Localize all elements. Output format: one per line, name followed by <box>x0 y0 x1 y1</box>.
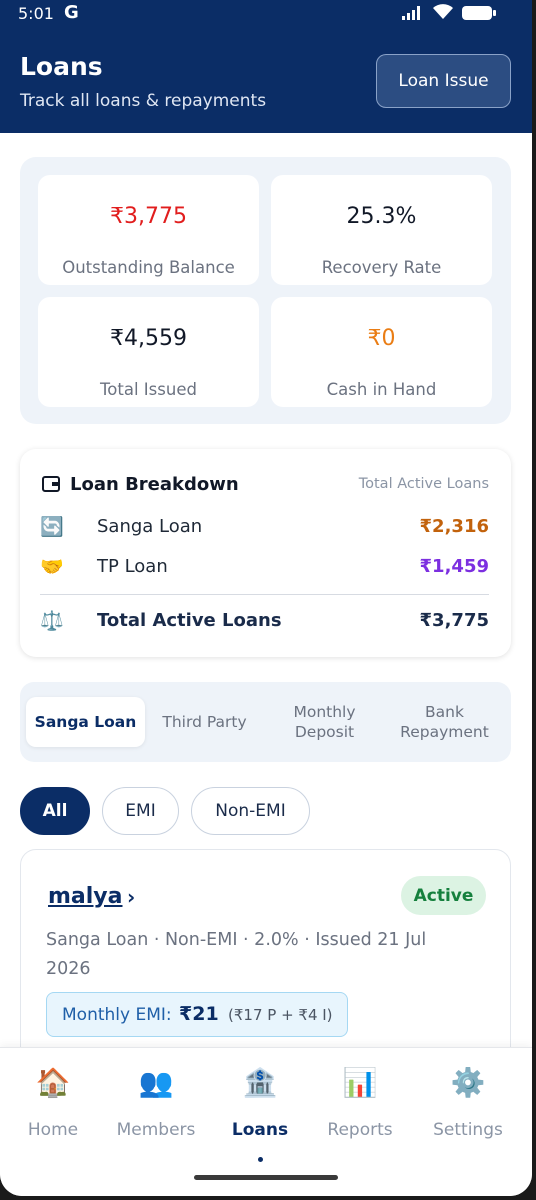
stat-label: Outstanding Balance <box>62 258 235 277</box>
nav-settings[interactable]: ⚙️ Settings <box>418 1064 518 1140</box>
chevron-right-icon[interactable]: › <box>127 885 135 909</box>
stat-value: ₹3,775 <box>110 204 187 229</box>
home-icon: 🏠 <box>35 1066 71 1099</box>
app-screen: 5:01 G Loans Track all loans & repayment… <box>0 0 532 1196</box>
tab-third-party[interactable]: Third Party <box>145 697 264 747</box>
breakdown-title: Loan Breakdown <box>70 474 239 495</box>
gear-icon: ⚙️ <box>450 1066 486 1099</box>
google-icon: G <box>64 2 79 23</box>
monthly-emi-box: Monthly EMI: ₹21 (₹17 P + ₹4 I) <box>46 992 348 1037</box>
chart-icon: 📊 <box>342 1066 378 1099</box>
page-header: Loans Track all loans & repayments Loan … <box>0 28 532 133</box>
tab-bank-repayment[interactable]: Bank Repayment <box>385 697 504 747</box>
loan-meta: Sanga Loan · Non-EMI · 2.0% · Issued 21 … <box>46 930 427 979</box>
bottom-nav: 🏠 Home 👥 Members 🏦 Loans 📊 Reports ⚙️ Se… <box>0 1047 532 1196</box>
breakdown-row-total: ⚖️ Total Active Loans ₹3,775 <box>40 607 489 637</box>
filter-all[interactable]: All <box>20 787 90 835</box>
breakdown-total-label: Total Active Loans <box>97 610 282 631</box>
breakdown-total-amount: ₹3,775 <box>419 610 489 631</box>
stat-label: Total Issued <box>100 380 197 399</box>
loan-issue-button[interactable]: Loan Issue <box>376 54 511 108</box>
breakdown-subtitle: Total Active Loans <box>358 476 489 492</box>
stat-cash-in-hand: ₹0 Cash in Hand <box>271 297 492 407</box>
status-time: 5:01 <box>18 4 54 23</box>
stat-recovery-rate: 25.3% Recovery Rate <box>271 175 492 285</box>
nav-label: Reports <box>327 1120 393 1140</box>
nav-label: Members <box>116 1120 196 1140</box>
loan-card[interactable]: malya › Active Sanga Loan · Non-EMI · 2.… <box>20 849 511 1079</box>
loan-member-name[interactable]: malya <box>48 884 123 909</box>
filter-emi[interactable]: EMI <box>102 787 179 835</box>
loan-breakdown-card: Loan Breakdown Total Active Loans 🔄 Sang… <box>20 449 511 657</box>
nav-label: Settings <box>433 1120 503 1140</box>
nav-loans[interactable]: 🏦 Loans <box>210 1064 310 1162</box>
stat-label: Recovery Rate <box>321 258 442 277</box>
stat-value: ₹4,559 <box>110 326 187 351</box>
battery-icon <box>462 6 496 20</box>
page-title: Loans <box>20 52 103 81</box>
breakdown-row-sanga-loan: 🔄 Sanga Loan ₹2,316 <box>40 513 489 543</box>
page-subtitle: Track all loans & repayments <box>20 91 267 111</box>
nav-label: Home <box>27 1120 79 1140</box>
breakdown-row-amount: ₹2,316 <box>419 516 489 537</box>
tab-label: Bank Repayment <box>400 703 489 741</box>
stat-value: 25.3% <box>346 204 417 229</box>
emi-detail: (₹17 P + ₹4 I) <box>228 1006 333 1024</box>
emi-amount: ₹21 <box>179 1003 219 1025</box>
signal-icon <box>402 6 420 20</box>
emi-label: Monthly EMI: <box>62 1005 172 1025</box>
filter-non-emi[interactable]: Non-EMI <box>191 787 310 835</box>
breakdown-row-label: TP Loan <box>97 556 168 577</box>
breakdown-row-amount: ₹1,459 <box>419 556 489 577</box>
refresh-icon: 🔄 <box>40 516 64 538</box>
nav-members[interactable]: 👥 Members <box>106 1064 206 1140</box>
stat-value: ₹0 <box>367 326 396 351</box>
tab-label: Monthly Deposit <box>293 703 356 741</box>
members-icon: 👥 <box>138 1066 174 1099</box>
breakdown-row-label: Sanga Loan <box>97 516 203 537</box>
wifi-icon <box>433 4 453 19</box>
bank-icon: 🏦 <box>242 1066 278 1099</box>
breakdown-divider <box>40 594 489 595</box>
tab-sanga-loan[interactable]: Sanga Loan <box>26 697 145 747</box>
home-indicator[interactable] <box>194 1175 338 1180</box>
status-bar: 5:01 G <box>0 0 532 28</box>
stats-panel: ₹3,775 Outstanding Balance 25.3% Recover… <box>20 157 511 424</box>
stat-label: Cash in Hand <box>326 380 437 399</box>
wallet-icon <box>42 476 60 492</box>
nav-home[interactable]: 🏠 Home <box>3 1064 103 1140</box>
stat-outstanding-balance: ₹3,775 Outstanding Balance <box>38 175 259 285</box>
stat-total-issued: ₹4,559 Total Issued <box>38 297 259 407</box>
tab-monthly-deposit[interactable]: Monthly Deposit <box>265 697 384 747</box>
loan-type-tabs: Sanga Loan Third Party Monthly Deposit Ba… <box>20 682 511 762</box>
nav-reports[interactable]: 📊 Reports <box>310 1064 410 1140</box>
active-indicator-dot <box>258 1157 263 1162</box>
scale-icon: ⚖️ <box>40 610 64 632</box>
handshake-icon: 🤝 <box>40 556 64 578</box>
breakdown-row-tp-loan: 🤝 TP Loan ₹1,459 <box>40 553 489 583</box>
status-badge: Active <box>401 876 486 915</box>
nav-label: Loans <box>231 1120 289 1140</box>
